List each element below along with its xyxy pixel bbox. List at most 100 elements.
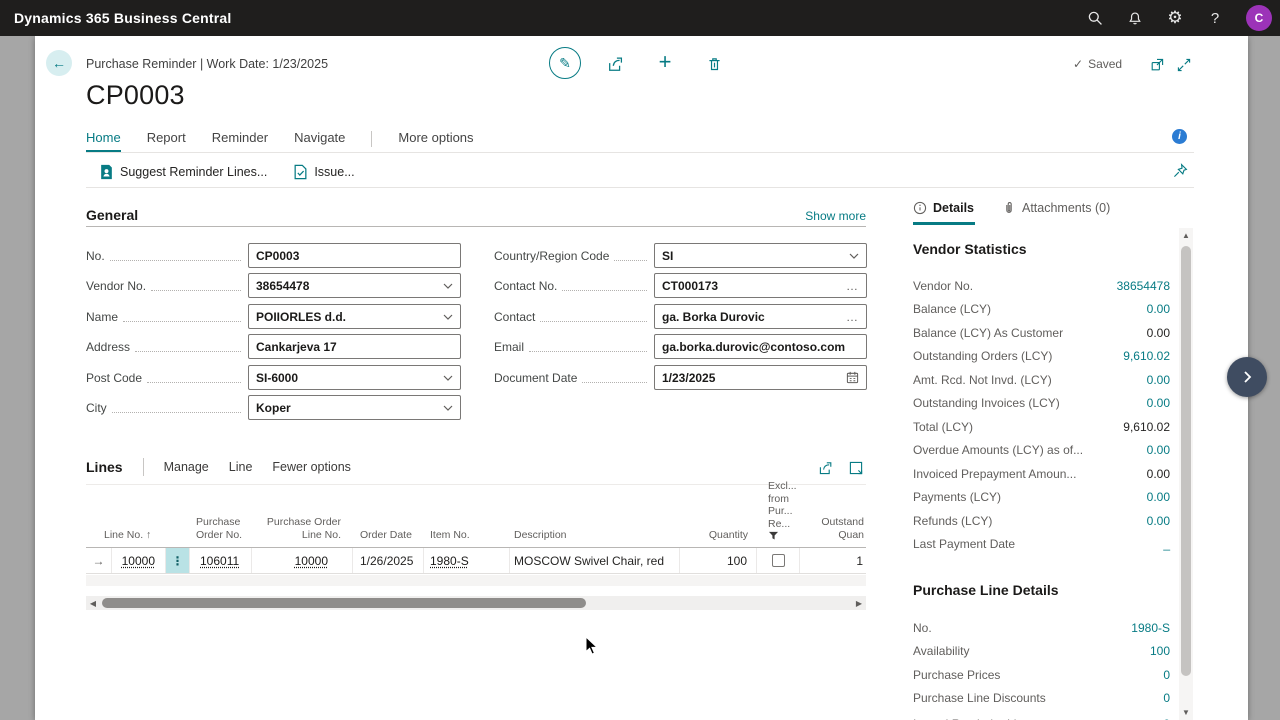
column-order-date[interactable]: Order Date <box>360 529 420 542</box>
chevron-down-icon[interactable] <box>443 405 453 411</box>
open-in-window-button[interactable] <box>1147 55 1167 75</box>
action-bar: Suggest Reminder Lines... Issue... <box>99 164 355 180</box>
excl-checkbox[interactable] <box>772 554 785 567</box>
check-icon: ✓ <box>1073 57 1083 71</box>
expand-panel-button[interactable] <box>1227 357 1267 397</box>
chevron-down-icon[interactable] <box>849 253 859 259</box>
email-input[interactable]: ga.borka.durovic@contoso.com <box>654 334 867 359</box>
ellipsis-icon[interactable]: … <box>846 310 859 324</box>
vendor-no-input[interactable]: 38654478 <box>248 273 461 298</box>
column-quantity[interactable]: Quantity <box>646 529 748 542</box>
document-date-input[interactable]: 1/23/2025 <box>654 365 867 390</box>
cell-description[interactable]: MOSCOW Swivel Chair, red <box>510 548 680 573</box>
general-heading[interactable]: General <box>86 207 138 223</box>
dotted-leader <box>147 382 241 383</box>
new-button[interactable]: + <box>655 52 675 72</box>
cell-order-date[interactable]: 1/26/2025 <box>353 548 424 573</box>
cell-item-no[interactable]: 1980-S <box>424 548 510 573</box>
country-region-input[interactable]: SI <box>654 243 867 268</box>
general-divider <box>86 226 866 227</box>
breadcrumb[interactable]: Purchase Reminder | Work Date: 1/23/2025 <box>86 57 328 71</box>
lines-menu-fewer-options[interactable]: Fewer options <box>272 460 351 474</box>
chevron-down-icon[interactable] <box>443 314 453 320</box>
horizontal-scrollbar[interactable]: ◀ ▶ <box>86 596 866 610</box>
help-icon[interactable]: ? <box>1206 9 1224 27</box>
tab-home[interactable]: Home <box>86 130 121 152</box>
settings-gear-icon[interactable]: ⚙ <box>1166 9 1184 27</box>
factbox-scrollbar[interactable]: ▲ ▼ <box>1179 228 1193 720</box>
lines-icons <box>818 460 864 476</box>
calendar-icon[interactable] <box>846 371 859 384</box>
show-more-link[interactable]: Show more <box>700 209 866 223</box>
dotted-leader <box>562 290 647 291</box>
post-code-input[interactable]: SI-6000 <box>248 365 461 390</box>
scroll-left-icon[interactable]: ◀ <box>86 599 100 608</box>
field-label: Email <box>494 340 524 354</box>
column-description[interactable]: Description <box>514 529 614 542</box>
share-icon <box>607 55 625 73</box>
contact-input[interactable]: ga. Borka Durovic … <box>654 304 867 329</box>
scroll-up-icon[interactable]: ▲ <box>1179 231 1193 240</box>
cell-quantity[interactable]: 100 <box>680 548 757 573</box>
trash-icon <box>706 55 723 73</box>
notifications-bell-icon[interactable] <box>1126 9 1144 27</box>
collapse-button[interactable] <box>1174 55 1194 75</box>
pin-icon[interactable] <box>1172 163 1189 180</box>
column-purchase-order-line-no[interactable]: Purchase Order Line No. <box>252 516 341 541</box>
share-button[interactable] <box>606 54 626 74</box>
cell-purchase-order-no[interactable]: 106011 <box>190 548 252 573</box>
tab-reminder[interactable]: Reminder <box>212 130 268 150</box>
search-icon[interactable] <box>1086 9 1104 27</box>
tab-details[interactable]: Details <box>913 201 974 215</box>
field-vendor-no: Vendor No. 38654478 <box>86 273 461 298</box>
row-menu-dots[interactable]: ⋮ <box>166 548 190 573</box>
column-purchase-order-no[interactable]: Purchase Order No. <box>196 516 254 541</box>
column-outstanding-quantity[interactable]: Outstand Quan <box>800 516 864 541</box>
cell-purchase-order-line-no[interactable]: 10000 <box>252 548 353 573</box>
lines-menu-line[interactable]: Line <box>229 460 253 474</box>
filter-icon[interactable] <box>768 531 779 541</box>
back-button[interactable]: ← <box>46 50 72 76</box>
name-input[interactable]: POIIORLES d.d. <box>248 304 461 329</box>
share-lines-icon[interactable] <box>818 460 834 476</box>
contact-no-input[interactable]: CT000173 … <box>654 273 867 298</box>
dotted-leader <box>151 290 241 291</box>
field-label: Country/Region Code <box>494 249 609 263</box>
field-label: Address <box>86 340 130 354</box>
tab-attachments[interactable]: Attachments (0) <box>1002 201 1110 215</box>
chevron-down-icon[interactable] <box>443 283 453 289</box>
edit-button[interactable]: ✎ <box>549 47 581 79</box>
column-item-no[interactable]: Item No. <box>430 529 500 542</box>
ellipsis-icon[interactable]: … <box>846 279 859 293</box>
cell-line-no[interactable]: 10000 <box>112 548 166 573</box>
scroll-right-icon[interactable]: ▶ <box>852 599 866 608</box>
user-avatar[interactable]: C <box>1246 5 1272 31</box>
more-options[interactable]: More options <box>398 130 473 150</box>
field-label: City <box>86 401 107 415</box>
tab-navigate[interactable]: Navigate <box>294 130 345 150</box>
row-pointer-icon: → <box>86 548 112 573</box>
cell-outstanding-quantity[interactable]: 1 <box>800 548 866 573</box>
factbox-scrollbar-thumb[interactable] <box>1181 246 1191 676</box>
field-label: Contact <box>494 310 535 324</box>
info-icon[interactable]: i <box>1172 129 1187 144</box>
detail-row: Purchase Line Discounts0 <box>913 687 1170 711</box>
issue-button[interactable]: Issue... <box>293 164 354 180</box>
lines-heading[interactable]: Lines <box>86 459 123 475</box>
field-city: City Koper <box>86 395 461 420</box>
tab-report[interactable]: Report <box>147 130 186 150</box>
suggest-lines-icon <box>99 164 114 180</box>
delete-button[interactable] <box>704 54 724 74</box>
field-label: Document Date <box>494 371 577 385</box>
horizontal-scrollbar-thumb[interactable] <box>102 598 586 608</box>
collapse-arrows-icon <box>1176 57 1192 73</box>
suggest-reminder-lines-button[interactable]: Suggest Reminder Lines... <box>99 164 267 180</box>
scroll-down-icon[interactable]: ▼ <box>1179 708 1193 717</box>
expand-lines-icon[interactable] <box>848 460 864 476</box>
city-input[interactable]: Koper <box>248 395 461 420</box>
no-input[interactable]: CP0003 <box>248 243 461 268</box>
lines-menu-manage[interactable]: Manage <box>164 460 209 474</box>
column-line-no[interactable]: Line No. ↑ <box>104 529 166 542</box>
chevron-down-icon[interactable] <box>443 375 453 381</box>
address-input[interactable]: Cankarjeva 17 <box>248 334 461 359</box>
